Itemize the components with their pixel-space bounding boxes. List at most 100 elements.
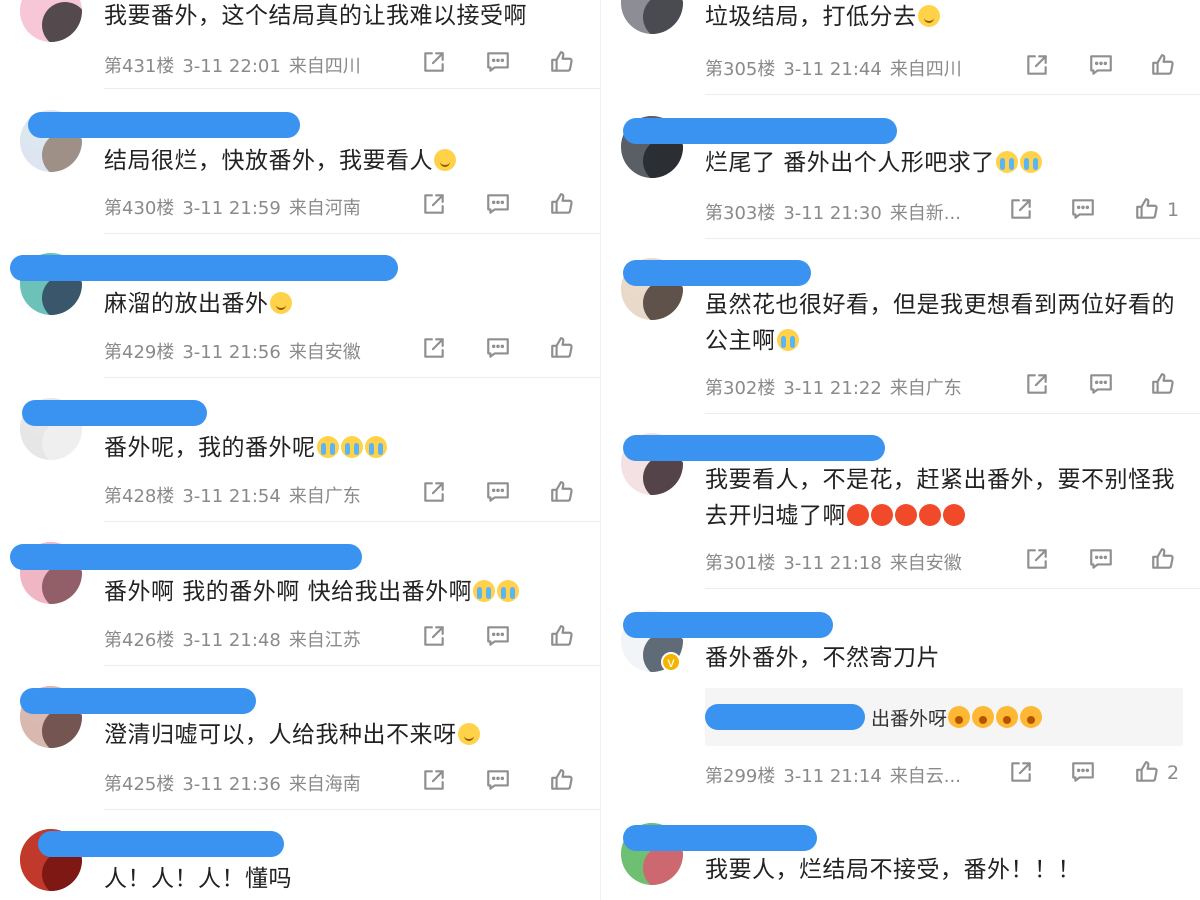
reply-text-content: 出番外呀 — [871, 708, 948, 730]
shock-emoji-icon — [972, 706, 995, 728]
share-icon — [1024, 52, 1050, 82]
username-redaction[interactable] — [10, 544, 362, 570]
comment-text-content: 垃圾结局，打低分去 — [705, 4, 917, 30]
like-button[interactable] — [1131, 758, 1163, 790]
comment-button[interactable] — [482, 766, 514, 798]
comment-text-content: 人！人！人！懂吗 — [104, 866, 292, 892]
like-button[interactable] — [546, 334, 578, 366]
comment-text: 烂尾了 番外出个人形吧求了 — [705, 145, 1185, 181]
comment-meta: 第299楼 3-11 21:14 来自云... — [705, 762, 969, 788]
comment-button[interactable] — [1067, 195, 1099, 227]
comment-button[interactable] — [482, 48, 514, 80]
comment-button[interactable] — [1085, 545, 1117, 577]
comment-button[interactable] — [482, 334, 514, 366]
comment-button[interactable] — [482, 190, 514, 222]
like-button[interactable] — [546, 190, 578, 222]
share-icon — [421, 479, 447, 509]
angry-emoji-icon — [871, 504, 893, 526]
username-redaction[interactable] — [623, 825, 817, 851]
comment-text-content: 麻溜的放出番外 — [104, 291, 269, 317]
share-button[interactable] — [1021, 370, 1053, 402]
like-button[interactable] — [546, 48, 578, 80]
shock-emoji-icon — [948, 706, 971, 728]
meta-loc: 来自安徽 — [889, 553, 962, 574]
username-redaction[interactable] — [20, 688, 256, 714]
like-button[interactable] — [1147, 51, 1179, 83]
like-button[interactable] — [546, 622, 578, 654]
reply-text: 出番外呀 — [871, 704, 1043, 731]
avatar[interactable] — [20, 0, 82, 42]
comment-meta: 第425楼 3-11 21:36 来自海南 — [104, 770, 369, 796]
like-icon — [549, 191, 575, 221]
meta-floor: 第301楼 — [705, 553, 776, 574]
share-button[interactable] — [418, 622, 450, 654]
comment-column-left: 我要番外，这个结局真的让我难以接受啊 第431楼 3-11 22:01 来自四川 结局很… — [0, 0, 600, 900]
comment-button[interactable] — [1067, 758, 1099, 790]
reply-username-redaction[interactable] — [705, 704, 865, 730]
cry-emoji-icon — [995, 151, 1018, 173]
meta-floor: 第426楼 — [104, 630, 175, 651]
comment-text-content: 我要番外，这个结局真的让我难以接受啊 — [104, 3, 527, 29]
share-icon — [421, 767, 447, 797]
username-redaction[interactable] — [623, 118, 897, 144]
comment-icon — [485, 49, 511, 79]
share-button[interactable] — [1005, 195, 1037, 227]
username-redaction[interactable] — [623, 260, 811, 286]
comment-icon — [1070, 196, 1096, 226]
meta-date: 3-11 21:48 — [182, 630, 281, 651]
share-button[interactable] — [1021, 545, 1053, 577]
meta-loc: 来自海南 — [288, 774, 361, 795]
divider — [705, 94, 1200, 95]
like-button[interactable] — [1147, 370, 1179, 402]
share-icon — [421, 191, 447, 221]
divider — [705, 238, 1200, 239]
smile-emoji-icon — [917, 5, 940, 27]
share-icon — [1008, 196, 1034, 226]
share-button[interactable] — [418, 478, 450, 510]
username-redaction[interactable] — [623, 435, 885, 461]
share-button[interactable] — [418, 48, 450, 80]
comment-text-content: 烂尾了 番外出个人形吧求了 — [705, 150, 995, 176]
username-redaction[interactable] — [10, 255, 398, 281]
like-button[interactable] — [546, 478, 578, 510]
like-button[interactable] — [1131, 195, 1163, 227]
comment-text: 我要人，烂结局不接受，番外！！！ — [705, 852, 1185, 888]
comment-meta: 第301楼 3-11 21:18 来自安徽 — [705, 549, 970, 575]
comment-button[interactable] — [482, 622, 514, 654]
like-icon — [1134, 196, 1160, 226]
comment-text: 麻溜的放出番外 — [104, 286, 584, 322]
username-redaction[interactable] — [38, 831, 284, 857]
reply-preview[interactable]: 出番外呀 — [705, 688, 1183, 746]
share-button[interactable] — [1021, 51, 1053, 83]
meta-date: 3-11 21:56 — [182, 342, 281, 363]
shock-emoji-icon — [1020, 706, 1043, 728]
username-redaction[interactable] — [22, 400, 207, 426]
comment-column-right: 垃圾结局，打低分去 第305楼 3-11 21:44 来自四川 烂尾了 番外出个人形吧求… — [600, 0, 1200, 900]
avatar[interactable] — [621, 0, 683, 34]
comment-icon — [1088, 371, 1114, 401]
comment-button[interactable] — [1085, 370, 1117, 402]
username-redaction[interactable] — [28, 112, 300, 138]
share-button[interactable] — [418, 190, 450, 222]
share-button[interactable] — [1005, 758, 1037, 790]
meta-date: 3-11 21:22 — [783, 378, 882, 399]
comment-meta: 第303楼 3-11 21:30 来自新... — [705, 199, 969, 225]
meta-date: 3-11 21:59 — [182, 198, 281, 219]
like-button[interactable] — [1147, 545, 1179, 577]
comment-button[interactable] — [482, 478, 514, 510]
comment-text-content: 我要看人，不是花，赶紧出番外，要不别怪我去开归墟了啊 — [705, 467, 1175, 529]
comment-meta: 第428楼 3-11 21:54 来自广东 — [104, 482, 369, 508]
share-icon — [421, 623, 447, 653]
like-icon — [549, 335, 575, 365]
meta-loc: 来自广东 — [288, 486, 361, 507]
like-button[interactable] — [546, 766, 578, 798]
comment-button[interactable] — [1085, 51, 1117, 83]
meta-floor: 第430楼 — [104, 198, 175, 219]
divider — [104, 809, 600, 810]
comment-text-content: 虽然花也很好看，但是我更想看到两位好看的公主啊 — [705, 292, 1175, 354]
cry-emoji-icon — [473, 580, 496, 602]
username-redaction[interactable] — [623, 612, 833, 638]
share-button[interactable] — [418, 766, 450, 798]
share-button[interactable] — [418, 334, 450, 366]
meta-date: 3-11 21:14 — [783, 766, 882, 787]
